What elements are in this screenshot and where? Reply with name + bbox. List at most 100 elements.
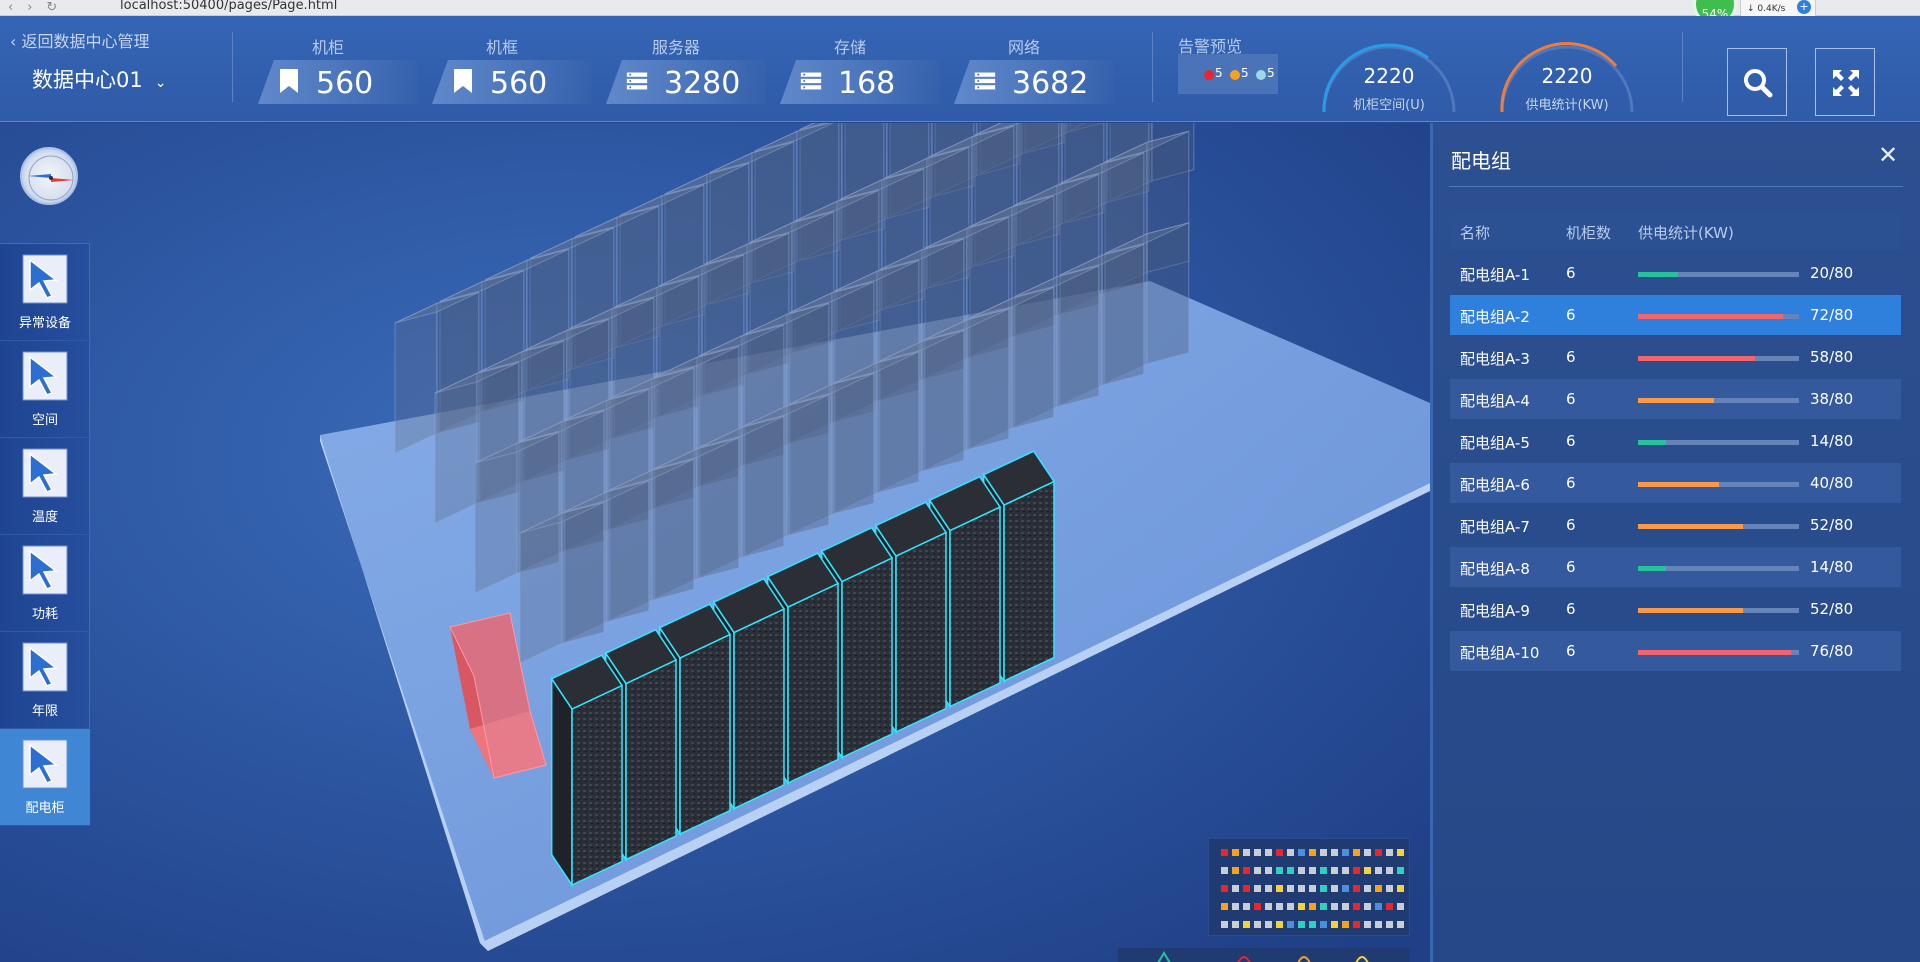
plus-icon[interactable]: + [1797, 0, 1811, 14]
server-cabinet-front [679, 633, 731, 836]
minimap-cell [1331, 867, 1338, 874]
stat-value: 560 [490, 66, 548, 101]
table-row[interactable]: 配电组A-6 6 40/80 [1450, 463, 1901, 503]
column-header-name: 名称 [1460, 224, 1491, 242]
tool-temperature[interactable]: 温度 [0, 438, 90, 535]
stat-label: 机柜 [311, 38, 344, 57]
table-row[interactable]: 配电组A-2 6 72/80 [1450, 295, 1901, 335]
alarm-minor-dot [1256, 70, 1266, 80]
alarm-critical-count: 5 [1215, 66, 1223, 80]
usage-bar-fill [1638, 398, 1715, 403]
datacenter-3d-view[interactable] [0, 123, 1430, 962]
row-name: 配电组A-1 [1460, 266, 1530, 284]
tool-label: 功耗 [31, 607, 58, 622]
table-row[interactable]: 配电组A-3 6 58/80 [1450, 337, 1901, 377]
minimap-cell [1397, 921, 1404, 928]
minimap-cell [1287, 867, 1294, 874]
row-cabinet-count: 6 [1566, 264, 1576, 282]
minimap-cell [1397, 903, 1404, 910]
table-row[interactable]: 配电组A-5 6 14/80 [1450, 421, 1901, 461]
server-cabinet-front [841, 556, 893, 759]
usage-bar [1638, 650, 1799, 655]
search-button[interactable] [1727, 48, 1787, 116]
minimap-cell [1243, 921, 1250, 928]
minimap-cell [1342, 867, 1349, 874]
minimap-cell [1287, 849, 1294, 856]
minimap-cell [1232, 885, 1239, 892]
back-link[interactable]: ‹ 返回数据中心管理 [10, 28, 150, 52]
minimap-cell [1386, 903, 1393, 910]
minimap-cell [1276, 849, 1283, 856]
chevron-down-icon: ⌄ [154, 75, 167, 91]
table-row[interactable]: 配电组A-4 6 38/80 [1450, 379, 1901, 419]
ghost-cabinet-side [966, 308, 1010, 451]
datacenter-3d-canvas[interactable] [0, 123, 1430, 962]
fullscreen-button[interactable] [1815, 48, 1875, 116]
bookmark-icon [454, 69, 472, 93]
row-cabinet-count: 6 [1566, 558, 1576, 576]
minimap-cell [1331, 903, 1338, 910]
gauge-value: 2220 [1363, 64, 1415, 88]
minimap-cell [1331, 849, 1338, 856]
minimap-cell [1276, 867, 1283, 874]
table-row[interactable]: 配电组A-1 6 20/80 [1450, 253, 1901, 293]
server-cabinet-side [550, 676, 573, 888]
minimap-cell [1375, 885, 1382, 892]
address-bar[interactable]: localhost:50400/pages/Page.html [120, 0, 337, 13]
row-usage: 72/80 [1810, 306, 1854, 324]
table-row[interactable]: 配电组A-8 6 14/80 [1450, 547, 1901, 587]
distribution-group-panel: 配电组 ✕ 名称 机柜数 供电统计(KW) 配电组A-1 6 20/80 配电组A-2… [1430, 123, 1920, 962]
minimap-cell [1298, 885, 1305, 892]
minimap-cell [1342, 885, 1349, 892]
minimap-cell [1320, 867, 1327, 874]
alarm-preview[interactable]: 5 5 5 [1178, 54, 1278, 94]
row-cabinet-count: 6 [1566, 642, 1576, 660]
close-icon[interactable]: ✕ [1873, 141, 1903, 171]
row-usage: 52/80 [1810, 516, 1854, 534]
compass-icon[interactable] [20, 147, 78, 205]
tool-abnormal-device[interactable]: 异常设备 [0, 244, 90, 341]
tool-space[interactable]: 空间 [0, 341, 90, 438]
minimap-cell [1254, 903, 1261, 910]
gauge-power: 2220 供电统计(KW) [1496, 30, 1638, 120]
ghost-cabinet-side [1011, 286, 1055, 429]
row-cabinet-count: 6 [1566, 516, 1576, 534]
tool-power[interactable]: 功耗 [0, 535, 90, 632]
ghost-cabinet-side [606, 480, 650, 623]
header-divider [1682, 32, 1683, 102]
table-row[interactable]: 配电组A-9 6 52/80 [1450, 589, 1901, 629]
minimap-cell [1287, 903, 1294, 910]
row-usage: 20/80 [1810, 264, 1854, 282]
ghost-cabinet-side [786, 394, 830, 537]
minimap-cell [1331, 921, 1338, 928]
table-row[interactable]: 配电组A-10 6 76/80 [1450, 631, 1901, 671]
minimap[interactable] [1208, 838, 1410, 936]
tool-age[interactable]: 年限 [0, 632, 90, 729]
stat-server: 服务器 3280 [606, 34, 781, 106]
minimap-cell [1232, 867, 1239, 874]
server-cabinet[interactable] [550, 654, 624, 888]
ghost-cabinet-side [651, 458, 695, 601]
minimap-cell [1397, 867, 1404, 874]
cursor-icon [22, 448, 68, 498]
ghost-cabinet-side [831, 372, 875, 515]
row-usage: 38/80 [1810, 390, 1854, 408]
usage-bar-fill [1638, 314, 1783, 319]
panel-divider [1449, 186, 1903, 187]
usage-bar-fill [1638, 440, 1667, 445]
minimap-cell [1386, 921, 1393, 928]
minimap-cell [1243, 849, 1250, 856]
minimap-cell [1276, 903, 1283, 910]
ghost-cabinet-side [561, 501, 605, 644]
datacenter-select[interactable]: 数据中心01 ⌄ [32, 64, 166, 94]
stat-chassis: 机框 560 [432, 34, 607, 106]
ghost-cabinet-side [1101, 243, 1145, 386]
minimap-cell [1298, 921, 1305, 928]
row-usage: 58/80 [1810, 348, 1854, 366]
tool-distribution-cabinet[interactable]: 配电柜 [0, 729, 90, 826]
table-row[interactable]: 配电组A-7 6 52/80 [1450, 505, 1901, 545]
minimap-cell [1232, 921, 1239, 928]
minimap-cell [1364, 849, 1371, 856]
row-name: 配电组A-4 [1460, 392, 1530, 410]
browser-nav-icons[interactable]: ‹›↻ [8, 0, 71, 15]
